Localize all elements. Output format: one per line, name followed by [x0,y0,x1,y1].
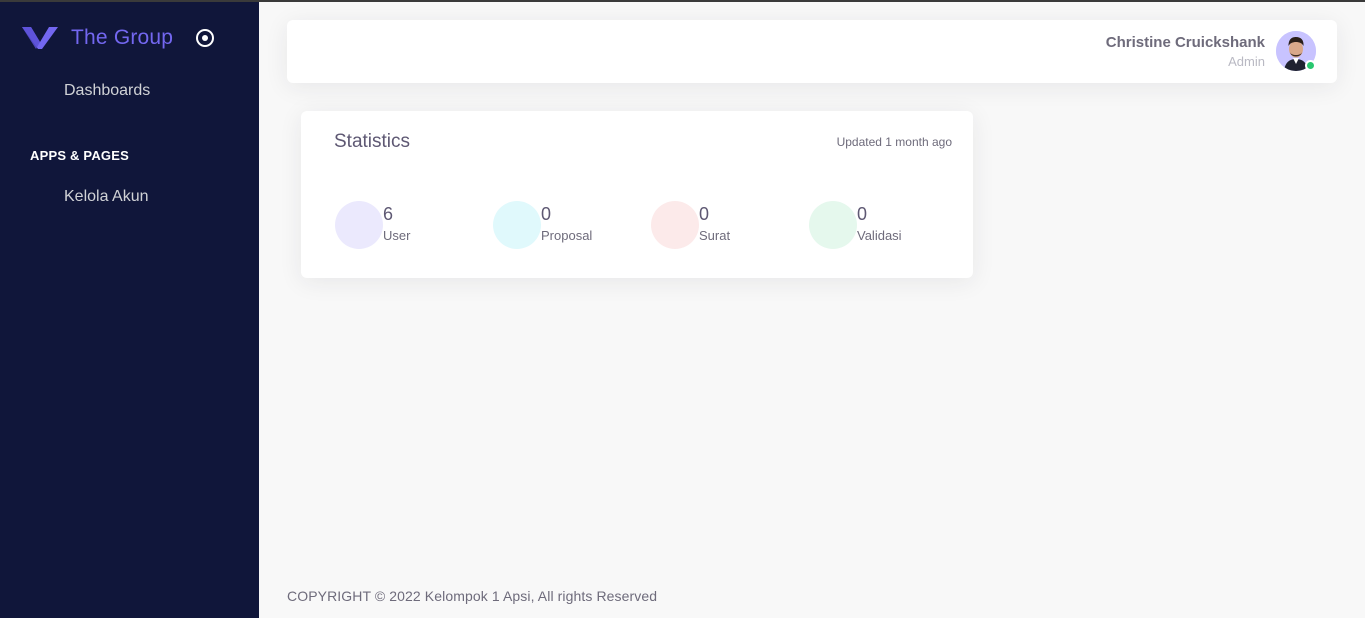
statistics-title: Statistics [334,131,411,152]
stat-label: Surat [699,228,731,243]
user-stat-icon [335,201,383,249]
user-name[interactable]: Christine Cruickshank [1106,34,1265,51]
stat-value: 0 [699,204,710,224]
proposal-stat-icon [493,201,541,249]
validasi-stat-icon [809,201,857,249]
statistics-updated-text: Updated 1 month ago [836,135,952,149]
statistics-card: Statistics Updated 1 month ago 6 User 0 … [301,111,973,278]
brand-link[interactable]: The Group [22,24,173,52]
top-navbar: Christine Cruickshank Admin [287,20,1337,83]
stat-label: Validasi [857,228,902,243]
footer-copyright: COPYRIGHT © 2022 Kelompok 1 Apsi, All ri… [287,588,658,604]
stat-user: 6 User [335,201,485,249]
stat-label: User [383,228,411,243]
stat-proposal: 0 Proposal [493,201,643,249]
v-shape-logo-icon [22,27,58,49]
surat-stat-icon [651,201,699,249]
brand-name: The Group [71,26,174,49]
sidebar-section-apps-pages: APPS & PAGES [30,148,129,163]
stat-label: Proposal [541,228,593,243]
circle-dot-icon[interactable] [195,28,215,48]
online-status-badge [1305,60,1316,71]
stat-value: 6 [383,204,394,224]
stat-value: 0 [857,204,868,224]
sidebar-item-kelola-akun[interactable]: Kelola Akun [64,188,149,206]
user-role: Admin [1228,54,1265,69]
stat-validasi: 0 Validasi [809,201,959,249]
window-top-border [0,0,1365,2]
sidebar-item-dashboards[interactable]: Dashboards [64,82,150,100]
stat-value: 0 [541,204,552,224]
stat-surat: 0 Surat [651,201,801,249]
sidebar: The Group Dashboards APPS & PAGES Kelola… [0,0,259,618]
